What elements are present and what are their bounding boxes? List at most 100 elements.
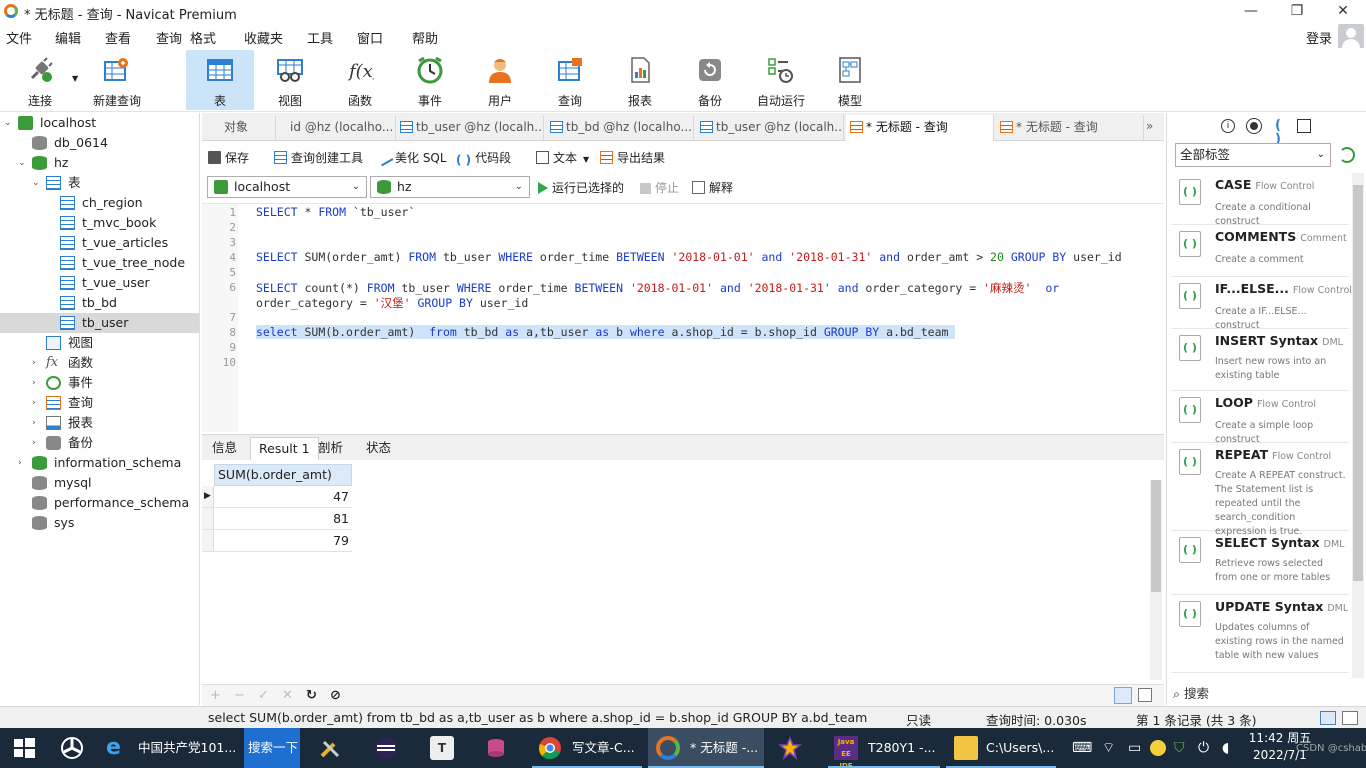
snippet-case[interactable]: ( ) CASE Flow Control Create a conditiona…	[1171, 175, 1349, 227]
tree-node-tables[interactable]: ⌄ 表	[0, 173, 199, 193]
toolbar-connect-button[interactable]: 连接	[6, 50, 74, 110]
chevron-right-icon[interactable]: ›	[18, 453, 28, 473]
grid-view-icon[interactable]	[1114, 687, 1132, 704]
chevron-right-icon[interactable]: ›	[32, 413, 42, 433]
beautify-sql-button[interactable]: 美化 SQL	[375, 148, 447, 167]
chevron-down-icon[interactable]: ⌄	[4, 113, 14, 133]
chevron-right-icon[interactable]: ›	[32, 433, 42, 453]
snippet-update[interactable]: ( ) UPDATE Syntax DML Updates columns of …	[1171, 597, 1349, 673]
shield-icon[interactable]: ⛉	[1174, 728, 1185, 768]
taskbar-navicat[interactable]: * 无标题 -...	[648, 728, 764, 768]
sql-editor[interactable]: 1 2 3 4 5 6 7 8 9 10 SELECT * FROM `tb_u…	[202, 203, 1164, 432]
chevron-down-icon[interactable]: ⌄	[32, 173, 42, 193]
snippet-if-else[interactable]: ( ) IF...ELSE... Flow Control Create a IF…	[1171, 279, 1352, 331]
snippet-scrollbar[interactable]	[1352, 173, 1364, 678]
taskbar-search[interactable]: 搜索一下	[244, 728, 300, 768]
taskbar-explorer[interactable]: C:\Users\...	[946, 728, 1056, 768]
tree-node-queries[interactable]: › 查询	[0, 393, 199, 413]
snippet-repeat[interactable]: ( ) REPEAT Flow Control Create A REPEAT c…	[1171, 445, 1349, 537]
toolbar-backup-button[interactable]: 备份	[676, 50, 744, 110]
chevron-right-icon[interactable]: ›	[32, 373, 42, 393]
table-row[interactable]: 79	[202, 530, 352, 552]
tabs-overflow-icon[interactable]: »	[1146, 119, 1153, 133]
refresh-icon[interactable]: ↻	[306, 688, 317, 703]
add-record-icon[interactable]: +	[210, 688, 221, 703]
tree-node-tb_user[interactable]: tb_user	[0, 313, 199, 333]
taskbar-chrome[interactable]: 写文章-C...	[532, 728, 642, 768]
tree-node-db_0614[interactable]: db_0614	[0, 133, 199, 153]
tray-app-icon[interactable]	[1150, 740, 1166, 756]
tree-node-sys[interactable]: sys	[0, 513, 199, 533]
minimize-button[interactable]: —	[1228, 0, 1274, 24]
tag-filter-select[interactable]: 全部标签 ⌄	[1175, 143, 1331, 167]
tree-node-backups[interactable]: › 备份	[0, 433, 199, 453]
toolbar-event-button[interactable]: 事件	[396, 50, 464, 110]
windows-start-icon[interactable]	[12, 736, 36, 760]
toolbar-autorun-button[interactable]: 自动运行	[746, 50, 816, 110]
chevron-right-icon[interactable]: ›	[32, 393, 42, 413]
result-grid[interactable]: SUM(b.order_amt) ▶ 47 81 79	[202, 460, 1164, 682]
export-result-button[interactable]: 导出结果	[600, 149, 665, 166]
toolbar-new-query-button[interactable]: 新建查询	[82, 50, 152, 110]
fan-icon[interactable]	[60, 736, 84, 760]
toolbar-function-button[interactable]: f(x) 函数	[326, 50, 394, 110]
snippet-select[interactable]: ( ) SELECT Syntax DML Retrieve rows selec…	[1171, 533, 1349, 595]
menu-window[interactable]: 窗口	[357, 28, 383, 47]
tree-node-t_vue_articles[interactable]: t_vue_articles	[0, 233, 199, 253]
typora-icon[interactable]: T	[430, 736, 454, 760]
tree-node-performance_schema[interactable]: performance_schema	[0, 493, 199, 513]
layout-icon[interactable]	[1297, 119, 1311, 133]
grid-scrollbar[interactable]	[1150, 480, 1162, 680]
column-header[interactable]: SUM(b.order_amt)	[214, 464, 352, 486]
tree-node-mysql[interactable]: mysql	[0, 473, 199, 493]
chevron-down-icon[interactable]: ⌄	[18, 153, 28, 173]
tree-node-tb_bd[interactable]: tb_bd	[0, 293, 199, 313]
menu-view[interactable]: 查看	[105, 28, 131, 47]
snippet-comments[interactable]: ( ) COMMENTS Comment Create a comment	[1171, 227, 1349, 277]
menu-edit[interactable]: 编辑	[55, 28, 81, 47]
form-view-icon[interactable]	[1138, 688, 1152, 702]
tools-icon[interactable]	[318, 736, 342, 760]
tree-node-ch_region[interactable]: ch_region	[0, 193, 199, 213]
tab-info[interactable]: 信息	[204, 437, 245, 461]
menu-query[interactable]: 查询	[156, 28, 182, 47]
volume-icon[interactable]: ◖	[1222, 728, 1229, 768]
run-selected-button[interactable]: 运行已选择的	[538, 179, 624, 196]
tab-id-hz[interactable]: id @hz (localho...	[278, 115, 396, 141]
tree-node-hz[interactable]: ⌄ hz	[0, 153, 199, 173]
connection-select[interactable]: localhost ⌄	[207, 176, 367, 198]
eye-icon[interactable]	[1247, 119, 1261, 133]
stop-button[interactable]: 停止	[640, 179, 679, 196]
taskbar-ie[interactable]: e 中国共产党101...	[100, 728, 242, 768]
chevron-right-icon[interactable]: ›	[32, 353, 42, 373]
toolbar-table-button[interactable]: 表	[186, 50, 254, 110]
menu-file[interactable]: 文件	[6, 28, 32, 47]
battery-icon[interactable]: ▭	[1128, 728, 1141, 768]
explain-button[interactable]: 解释	[692, 179, 733, 196]
layout-right-icon[interactable]	[1342, 711, 1358, 725]
tree-node-t_vue_user[interactable]: t_vue_user	[0, 273, 199, 293]
maximize-button[interactable]: ❐	[1274, 0, 1320, 24]
tab-tb-user-1[interactable]: tb_user @hz (localh...	[396, 115, 544, 141]
tree-node-functions[interactable]: › fx 函数	[0, 353, 199, 373]
braces-icon[interactable]: ( )	[1271, 119, 1285, 147]
toolbar-view-button[interactable]: 视图	[256, 50, 324, 110]
menu-tools[interactable]: 工具	[307, 28, 333, 47]
tab-tb-user-2[interactable]: tb_user @hz (localh...	[696, 115, 844, 141]
snippet-search[interactable]: ⌕ 搜索	[1173, 683, 1209, 702]
tab-untitled-query-active[interactable]: * 无标题 - 查询	[846, 115, 994, 141]
menu-help[interactable]: 帮助	[412, 28, 438, 47]
scroll-thumb[interactable]	[1151, 480, 1161, 592]
network-icon[interactable]: ⏻	[1198, 728, 1209, 768]
menu-format[interactable]: 格式	[190, 28, 216, 47]
discard-icon[interactable]: ✕	[282, 688, 293, 703]
save-button[interactable]: 保存	[208, 149, 249, 166]
tree-node-t_vue_tree_node[interactable]: t_vue_tree_node	[0, 253, 199, 273]
text-button[interactable]: 文本 ▼	[536, 149, 589, 166]
login-link[interactable]: 登录	[1306, 28, 1332, 47]
wifi-icon[interactable]: ⌔	[1102, 728, 1115, 768]
eclipse-icon[interactable]	[374, 736, 398, 760]
tab-tb-bd[interactable]: tb_bd @hz (localho...	[546, 115, 694, 141]
layout-left-icon[interactable]	[1320, 711, 1336, 725]
table-row[interactable]: ▶ 47	[202, 486, 352, 508]
